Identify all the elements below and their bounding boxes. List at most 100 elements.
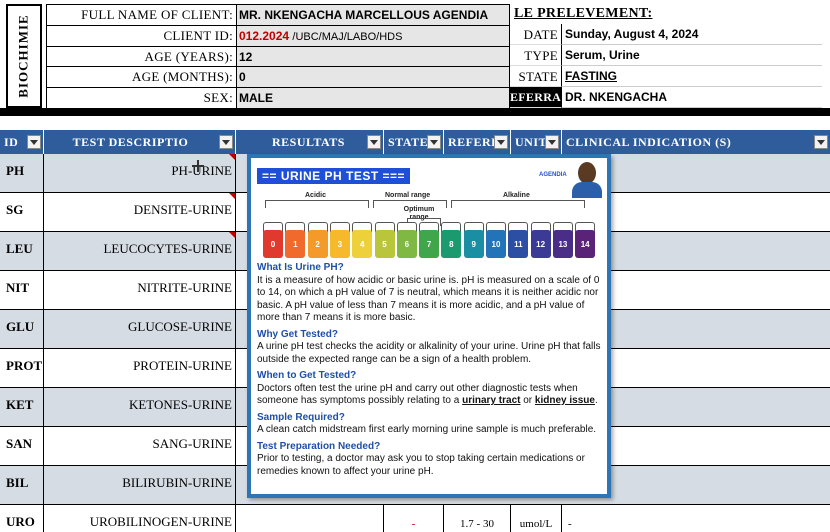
client-id-number: 012.2024: [239, 28, 290, 43]
row-id-cell[interactable]: SAN: [0, 427, 44, 465]
referral-label[interactable]: EFERRAL: [510, 87, 562, 108]
answer-text: A clean catch midstream first early morn…: [257, 424, 597, 435]
row-id-cell[interactable]: GLU: [0, 310, 44, 348]
urine-ph-info-popup[interactable]: == URINE PH TEST === AGENDIA Acidic Norm…: [247, 154, 611, 498]
row-desc-text: PROTEIN-URINE: [133, 358, 232, 373]
date-value[interactable]: Sunday, August 4, 2024: [562, 24, 822, 45]
col-id[interactable]: ID: [0, 130, 44, 154]
row-desc-cell[interactable]: KETONES-URINE: [44, 388, 236, 426]
row-id-cell[interactable]: SG: [0, 193, 44, 231]
client-row-age-years: AGE (YEARS): 12: [47, 46, 509, 68]
popup-body: What Is Urine PH? It is a measure of how…: [257, 262, 601, 478]
row-desc-cell[interactable]: PH-URINE: [44, 154, 236, 192]
row-id-cell[interactable]: NIT: [0, 271, 44, 309]
client-row-name: FULL NAME OF CLIENT: MR. NKENGACHA MARCE…: [47, 5, 509, 26]
row-result-cells: - 1.7 - 30 umol/L -: [236, 505, 830, 532]
ph-tube-2: 2: [307, 230, 328, 258]
state-cell[interactable]: -: [384, 505, 444, 532]
row-id-cell[interactable]: PH: [0, 154, 44, 192]
section-label-cell[interactable]: BIOCHIMIE: [6, 4, 42, 108]
row-id-cell[interactable]: LEU: [0, 232, 44, 270]
ph-tube-10: 10: [486, 230, 506, 258]
filter-dropdown-icon[interactable]: [814, 135, 828, 149]
client-id-value[interactable]: 012.2024 /UBC/MAJ/LABO/HDS: [237, 25, 509, 46]
filter-dropdown-icon[interactable]: [427, 135, 441, 149]
row-desc-text: UROBILINOGEN-URINE: [89, 514, 232, 529]
brand-label: AGENDIA: [539, 172, 567, 178]
ph-tube-1: 1: [285, 230, 306, 258]
col-test-description[interactable]: TEST DESCRIPTIO: [44, 130, 236, 154]
acidic-label: Acidic: [305, 192, 327, 199]
row-id-cell[interactable]: BIL: [0, 466, 44, 504]
prelevement-title[interactable]: LE PRELEVEMENT:: [510, 4, 822, 24]
question-heading: Test Preparation Needed?: [257, 440, 381, 452]
comment-indicator-icon[interactable]: [229, 232, 235, 238]
col-state[interactable]: STATE: [384, 130, 444, 154]
spacer-row: [0, 116, 830, 130]
col-resultats[interactable]: RESULTATS: [236, 130, 384, 154]
sex-label[interactable]: SEX:: [47, 88, 237, 109]
row-desc-cell[interactable]: LEUCOCYTES-URINE: [44, 232, 236, 270]
reference-cell[interactable]: 1.7 - 30: [444, 505, 511, 532]
referral-value[interactable]: DR. NKENGACHA: [562, 87, 822, 108]
type-value[interactable]: Serum, Urine: [562, 45, 822, 66]
answer-text-part: .: [594, 395, 598, 406]
row-desc-cell[interactable]: PROTEIN-URINE: [44, 349, 236, 387]
col-id-label: ID: [4, 135, 19, 149]
result-cell[interactable]: [236, 505, 384, 532]
filter-dropdown-icon[interactable]: [494, 135, 508, 149]
row-desc-cell[interactable]: DENSITE-URINE: [44, 193, 236, 231]
col-resultats-label: RESULTATS: [272, 135, 345, 149]
client-name-label[interactable]: FULL NAME OF CLIENT:: [47, 5, 237, 25]
age-months-label[interactable]: AGE (MONTHS):: [47, 67, 237, 88]
row-desc-cell[interactable]: GLUCOSE-URINE: [44, 310, 236, 348]
row-desc-cell[interactable]: BILIRUBIN-URINE: [44, 466, 236, 504]
report-header: BIOCHIMIE FULL NAME OF CLIENT: MR. NKENG…: [0, 0, 830, 112]
col-unit[interactable]: UNIT: [511, 130, 562, 154]
filter-dropdown-icon[interactable]: [545, 135, 559, 149]
ph-tube-6: 6: [396, 230, 417, 258]
kidney-issue-link[interactable]: kidney issue: [535, 395, 595, 406]
col-state-label: STATE: [388, 135, 429, 149]
age-years-value[interactable]: 12: [237, 46, 509, 67]
age-years-label[interactable]: AGE (YEARS):: [47, 46, 237, 67]
row-desc-text: SANG-URINE: [152, 436, 232, 451]
state-value[interactable]: FASTING: [562, 66, 822, 87]
client-id-suffix: /UBC/MAJ/LABO/HDS: [292, 30, 403, 43]
sex-value[interactable]: MALE: [237, 88, 509, 109]
row-id-cell[interactable]: URO: [0, 505, 44, 532]
row-id-cell[interactable]: KET: [0, 388, 44, 426]
question-heading: Sample Required?: [257, 411, 345, 423]
row-desc-cell[interactable]: NITRITE-URINE: [44, 271, 236, 309]
col-reference[interactable]: REFERE: [444, 130, 511, 154]
date-label[interactable]: DATE: [510, 24, 562, 45]
comment-indicator-icon[interactable]: [229, 193, 235, 199]
prelevement-row-state: STATE FASTING: [510, 66, 822, 87]
client-id-label[interactable]: CLIENT ID:: [47, 25, 237, 46]
row-desc-cell[interactable]: UROBILINOGEN-URINE: [44, 505, 236, 532]
filter-dropdown-icon[interactable]: [219, 135, 233, 149]
row-desc-cell[interactable]: SANG-URINE: [44, 427, 236, 465]
age-months-value[interactable]: 0: [237, 67, 509, 88]
client-row-age-months: AGE (MONTHS): 0: [47, 67, 509, 89]
table-row: URO UROBILINOGEN-URINE - 1.7 - 30 umol/L…: [0, 505, 830, 532]
client-name-value[interactable]: MR. NKENGACHA MARCELLOUS AGENDIA: [237, 5, 509, 25]
unit-cell[interactable]: umol/L: [511, 505, 562, 532]
comment-indicator-icon[interactable]: [229, 154, 235, 160]
type-label[interactable]: TYPE: [510, 45, 562, 66]
col-reference-label: REFERE: [448, 135, 500, 149]
state-label[interactable]: STATE: [510, 66, 562, 87]
row-desc-text: GLUCOSE-URINE: [128, 319, 232, 334]
results-column-header: ID TEST DESCRIPTIO RESULTATS STATE REFER…: [0, 130, 830, 154]
answer-text: Doctors often test the urine pH and carr…: [257, 383, 601, 408]
ph-tube-12: 12: [530, 230, 551, 258]
filter-dropdown-icon[interactable]: [367, 135, 381, 149]
row-id-cell[interactable]: PROT: [0, 349, 44, 387]
col-clinical-indication[interactable]: CLINICAL INDICATION (S): [562, 130, 830, 154]
indication-cell[interactable]: -: [562, 505, 830, 532]
ph-tube-13: 13: [552, 230, 573, 258]
question-heading: Why Get Tested?: [257, 328, 338, 340]
urinary-tract-link[interactable]: urinary tract: [462, 395, 520, 406]
client-info-table: FULL NAME OF CLIENT: MR. NKENGACHA MARCE…: [46, 4, 510, 109]
filter-dropdown-icon[interactable]: [27, 135, 41, 149]
